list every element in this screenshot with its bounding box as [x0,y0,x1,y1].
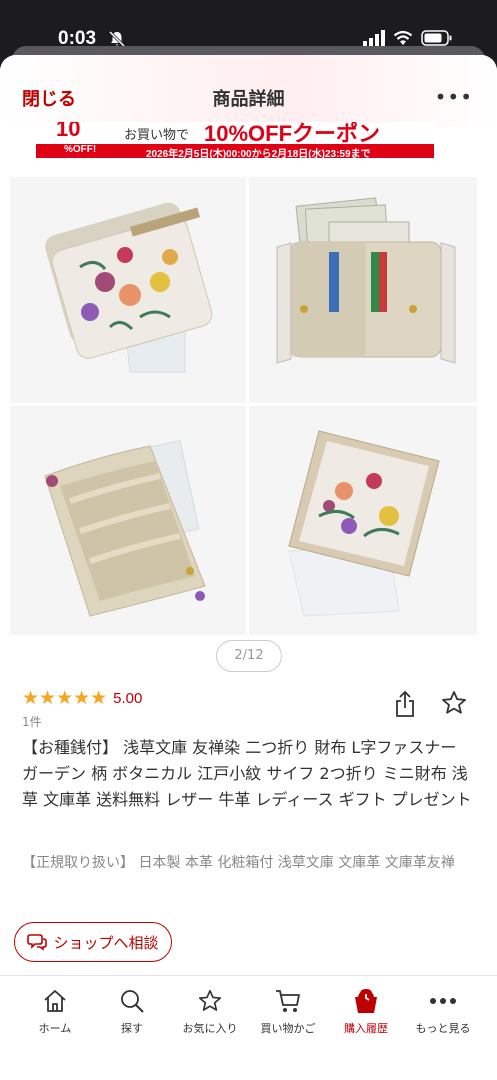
wallet-gift-box-image [249,406,477,635]
banner-lead: お買い物で [124,128,190,143]
banner-percent: 10 [56,122,81,141]
review-count[interactable]: 1件 [22,713,42,730]
banner-off-label: %OFF! [64,144,97,155]
shop-consult-button[interactable]: ショップへ相談 [14,922,172,962]
product-subtitle: 【正規取り扱い】 日本製 本革 化粧箱付 浅草文庫 文庫革 文庫革友禅 [22,855,455,871]
wallet-open-bills-image [249,177,477,403]
tab-home[interactable]: ホーム [15,986,95,1036]
product-title: 【お種銭付】 浅草文庫 友禅染 二つ折り 財布 L字ファスナー ガーデン 柄 ボ… [22,738,472,809]
product-photo-closed [10,177,246,403]
tab-more[interactable]: もっと見る [403,986,483,1036]
tab-favorites[interactable]: お気に入り [170,986,250,1036]
status-bar: 0:03 [0,0,497,50]
chat-bubble-icon [27,934,48,951]
signal-icon [363,30,385,46]
share-icon[interactable] [393,689,417,719]
wallet-coin-pocket-image [10,406,246,635]
star-icon [198,989,222,1011]
gallery-pager: 2/12 [216,640,282,672]
rating-value: 5.00 [113,689,143,707]
nav-bar: 閉じる 商品詳細 ••• [0,55,497,127]
battery-icon [421,30,452,46]
more-options-button[interactable]: ••• [435,85,473,109]
tab-cart[interactable]: 買い物かご [248,986,328,1036]
product-photo-coin-pocket [10,406,246,635]
wifi-icon [393,30,413,45]
tab-more-label: もっと見る [415,1022,471,1035]
product-photo-open-bills [249,177,477,403]
favorite-star-icon[interactable] [440,689,468,717]
wallet-closed-image [10,177,246,403]
more-icon [430,998,456,1004]
rating-stars: ★★★★★ [22,687,108,709]
shop-consult-label: ショップへ相談 [53,933,159,952]
product-photo-gift-box [249,406,477,635]
tab-purchase-history[interactable]: 購入履歴 [326,986,406,1036]
product-detail-sheet: 閉じる 商品詳細 ••• 10 お買い物で 10%OFFクーポン %OFF! 2… [0,55,497,1080]
product-image-gallery[interactable] [0,177,497,635]
purchase-history-icon [355,988,377,1013]
tab-cart-label: 買い物かご [260,1022,316,1035]
page-title: 商品詳細 [212,89,285,110]
tab-favorites-label: お気に入り [182,1022,238,1035]
cart-icon [276,990,300,1012]
search-icon [121,990,144,1013]
bottom-tab-bar: ホーム 探す お気に入り 買い物かご 購入履歴 もっと見る [0,975,497,1080]
coupon-banner[interactable]: 10 お買い物で 10%OFFクーポン %OFF! 2026年2月5日(木)00… [36,122,434,158]
tab-search[interactable]: 探す [92,986,172,1036]
product-rating[interactable]: ★★★★★ 5.00 [22,687,142,709]
tab-search-label: 探す [121,1022,143,1035]
tab-purchase-history-label: 購入履歴 [344,1022,388,1035]
home-icon [44,990,66,1012]
banner-period: 2026年2月5日(木)00:00から2月18日(水)23:59まで [146,149,371,158]
tab-home-label: ホーム [38,1022,72,1035]
